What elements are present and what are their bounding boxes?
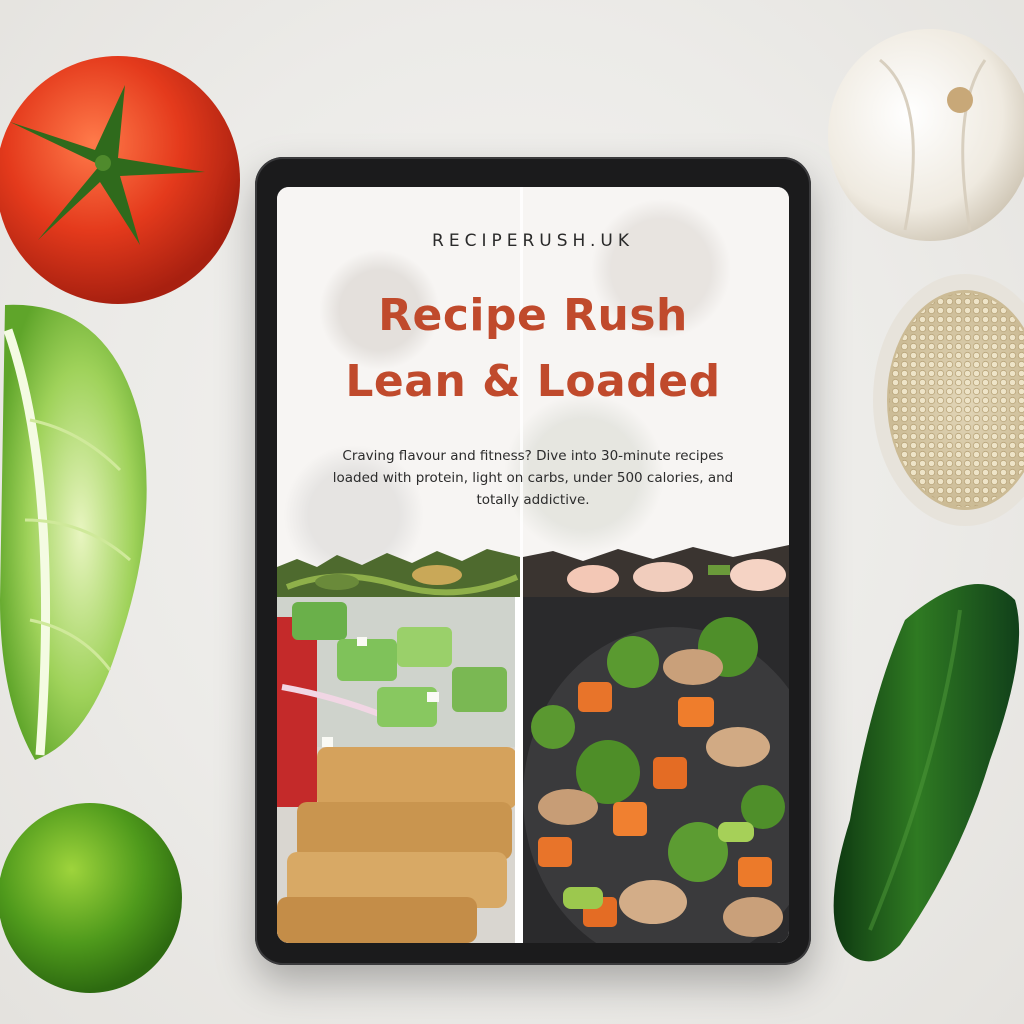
- recipe-photo-grid: [277, 597, 789, 943]
- cover-tagline: Craving flavour and fitness? Dive into 3…: [332, 448, 734, 508]
- site-url: RECIPERUSH.UK: [432, 231, 634, 251]
- garlic-prop: [828, 29, 1024, 241]
- cucumber-prop: [833, 584, 1020, 962]
- greens-strip-image: [277, 549, 520, 597]
- lettuce-prop: [0, 304, 147, 760]
- tomato-prop: [0, 56, 240, 304]
- product-mockup-scene: RECIPERUSH.UK Recipe Rush Lean & Loaded …: [0, 0, 1024, 1024]
- cover-hero: RECIPERUSH.UK Recipe Rush Lean & Loaded …: [277, 187, 789, 597]
- title-line-1: Recipe Rush: [378, 290, 688, 341]
- shrimp-strip-image: [523, 545, 789, 597]
- ebook-cover-screen: RECIPERUSH.UK Recipe Rush Lean & Loaded …: [277, 187, 789, 943]
- quinoa-bowl-prop: [873, 274, 1024, 526]
- stir-fry-photo: [523, 597, 789, 943]
- title-line-2: Lean & Loaded: [345, 356, 721, 407]
- tablet-device: RECIPERUSH.UK Recipe Rush Lean & Loaded …: [255, 157, 811, 965]
- cover-title: Recipe Rush Lean & Loaded: [277, 283, 789, 415]
- lime-prop: [0, 803, 182, 993]
- salad-tofu-photo: [277, 597, 515, 943]
